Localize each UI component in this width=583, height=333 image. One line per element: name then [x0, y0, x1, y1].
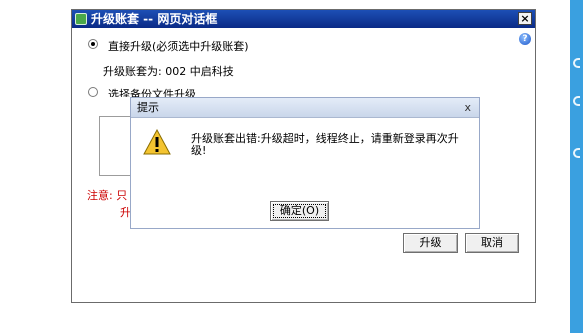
modal-title: 提示 [137, 101, 159, 114]
radio-backup-upgrade[interactable] [88, 87, 98, 97]
modal-message: 升级账套出错:升级超时，线程终止，请重新登录再次升级! [191, 132, 459, 157]
ok-button[interactable]: 确定(O) [270, 201, 329, 221]
radio-direct-upgrade[interactable] [88, 39, 98, 49]
close-icon[interactable]: x [464, 98, 471, 117]
dialog-title: 升级账套 -- 网页对话框 [91, 12, 218, 26]
sidebar-strip [570, 0, 583, 333]
error-modal: 提示 x 升级账套出错:升级超时，线程终止，请重新登录再次升级! 确定(O) [130, 97, 480, 229]
account-line: 升级账套为: 002 中启科技 [103, 65, 234, 78]
option-direct-label: 直接升级(必须选中升级账套) [108, 40, 249, 53]
option-backup-label: 选择备份文件升级 [108, 88, 196, 97]
help-icon[interactable]: ? [519, 33, 531, 45]
warning-icon [143, 129, 171, 155]
backup-file-list[interactable] [99, 116, 131, 176]
strip-glyph [573, 58, 580, 68]
note-label: 注意: 只 [87, 189, 128, 202]
dialog-title-bar: 升级账套 -- 网页对话框 × [72, 10, 535, 28]
cancel-button[interactable]: 取消 [465, 233, 519, 253]
app-icon [75, 13, 87, 25]
close-icon[interactable]: × [518, 12, 532, 25]
modal-title-bar: 提示 x [131, 98, 479, 118]
strip-glyph [573, 96, 580, 106]
strip-glyph [573, 148, 580, 158]
upgrade-button[interactable]: 升级 [403, 233, 458, 253]
